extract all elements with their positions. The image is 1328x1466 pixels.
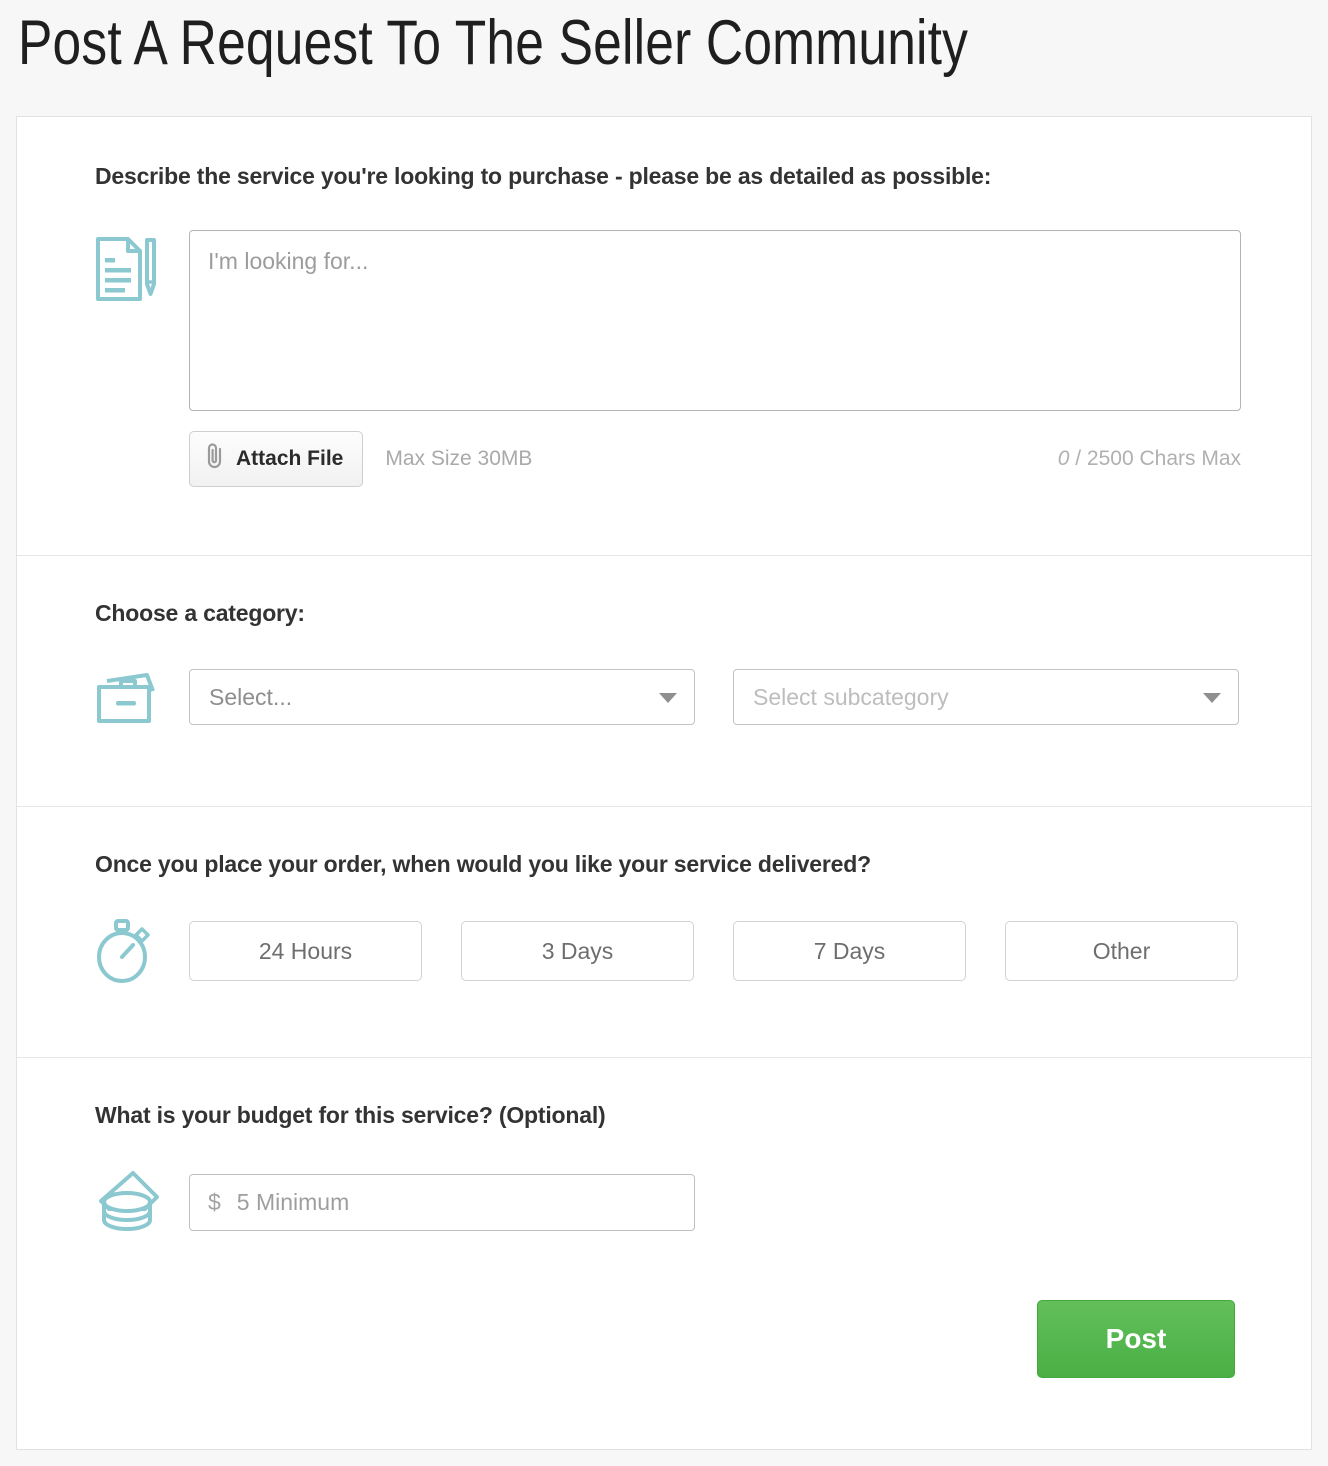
- budget-input[interactable]: $ 5 Minimum: [189, 1173, 695, 1231]
- delivery-option-label: 3 Days: [541, 937, 614, 964]
- subcategory-select[interactable]: Select subcategory: [733, 669, 1239, 725]
- subcategory-select-value: Select subcategory: [753, 683, 949, 710]
- delivery-option-24-hours[interactable]: 24 Hours: [189, 921, 422, 981]
- document-pencil-icon: [95, 230, 189, 307]
- delivery-time-section: Once you place your order, when would yo…: [17, 807, 1311, 1057]
- chevron-down-icon: [1203, 693, 1221, 703]
- delivery-option-label: 24 Hours: [258, 937, 353, 964]
- budget-section: What is your budget for this service? (O…: [17, 1058, 1311, 1450]
- delivery-option-7-days[interactable]: 7 Days: [733, 921, 966, 981]
- service-description-input[interactable]: I'm looking for...: [189, 230, 1241, 411]
- coins-icon: [95, 1169, 189, 1235]
- post-button-label: Post: [1105, 1323, 1167, 1354]
- post-button[interactable]: Post: [1037, 1300, 1235, 1378]
- max-size-note: Max Size 30MB: [385, 447, 533, 470]
- delivery-time-label: Once you place your order, when would yo…: [95, 851, 871, 877]
- post-request-page: Post A Request To The Seller Community D…: [0, 0, 1328, 1466]
- budget-input-placeholder: 5 Minimum: [236, 1188, 350, 1215]
- paperclip-icon: [204, 441, 226, 477]
- service-description-placeholder: I'm looking for...: [208, 248, 369, 274]
- choose-category-label: Choose a category:: [95, 600, 305, 626]
- category-select-value: Select...: [209, 683, 293, 710]
- describe-service-label: Describe the service you're looking to p…: [95, 163, 992, 189]
- char-counter-current: 0: [1057, 447, 1070, 470]
- budget-label: What is your budget for this service? (O…: [95, 1102, 606, 1128]
- chevron-down-icon: [659, 693, 677, 703]
- page-title: Post A Request To The Seller Community: [18, 7, 969, 78]
- delivery-option-label: Other: [1092, 937, 1151, 964]
- char-counter-suffix: / 2500 Chars Max: [1075, 447, 1241, 470]
- attach-file-label: Attach File: [236, 447, 344, 470]
- choose-category-section: Choose a category: Select... Select subc: [17, 556, 1311, 806]
- stopwatch-icon: [95, 918, 189, 984]
- request-form-panel: Describe the service you're looking to p…: [16, 116, 1312, 1450]
- category-select[interactable]: Select...: [189, 669, 695, 725]
- delivery-option-3-days[interactable]: 3 Days: [461, 921, 694, 981]
- delivery-option-other[interactable]: Other: [1005, 921, 1238, 981]
- currency-symbol: $: [208, 1188, 221, 1215]
- folder-icon: [95, 667, 189, 727]
- describe-service-section: Describe the service you're looking to p…: [17, 117, 1311, 555]
- char-counter: 0 / 2500 Chars Max: [1058, 447, 1241, 471]
- attach-file-button[interactable]: Attach File: [189, 431, 364, 487]
- delivery-option-label: 7 Days: [813, 937, 886, 964]
